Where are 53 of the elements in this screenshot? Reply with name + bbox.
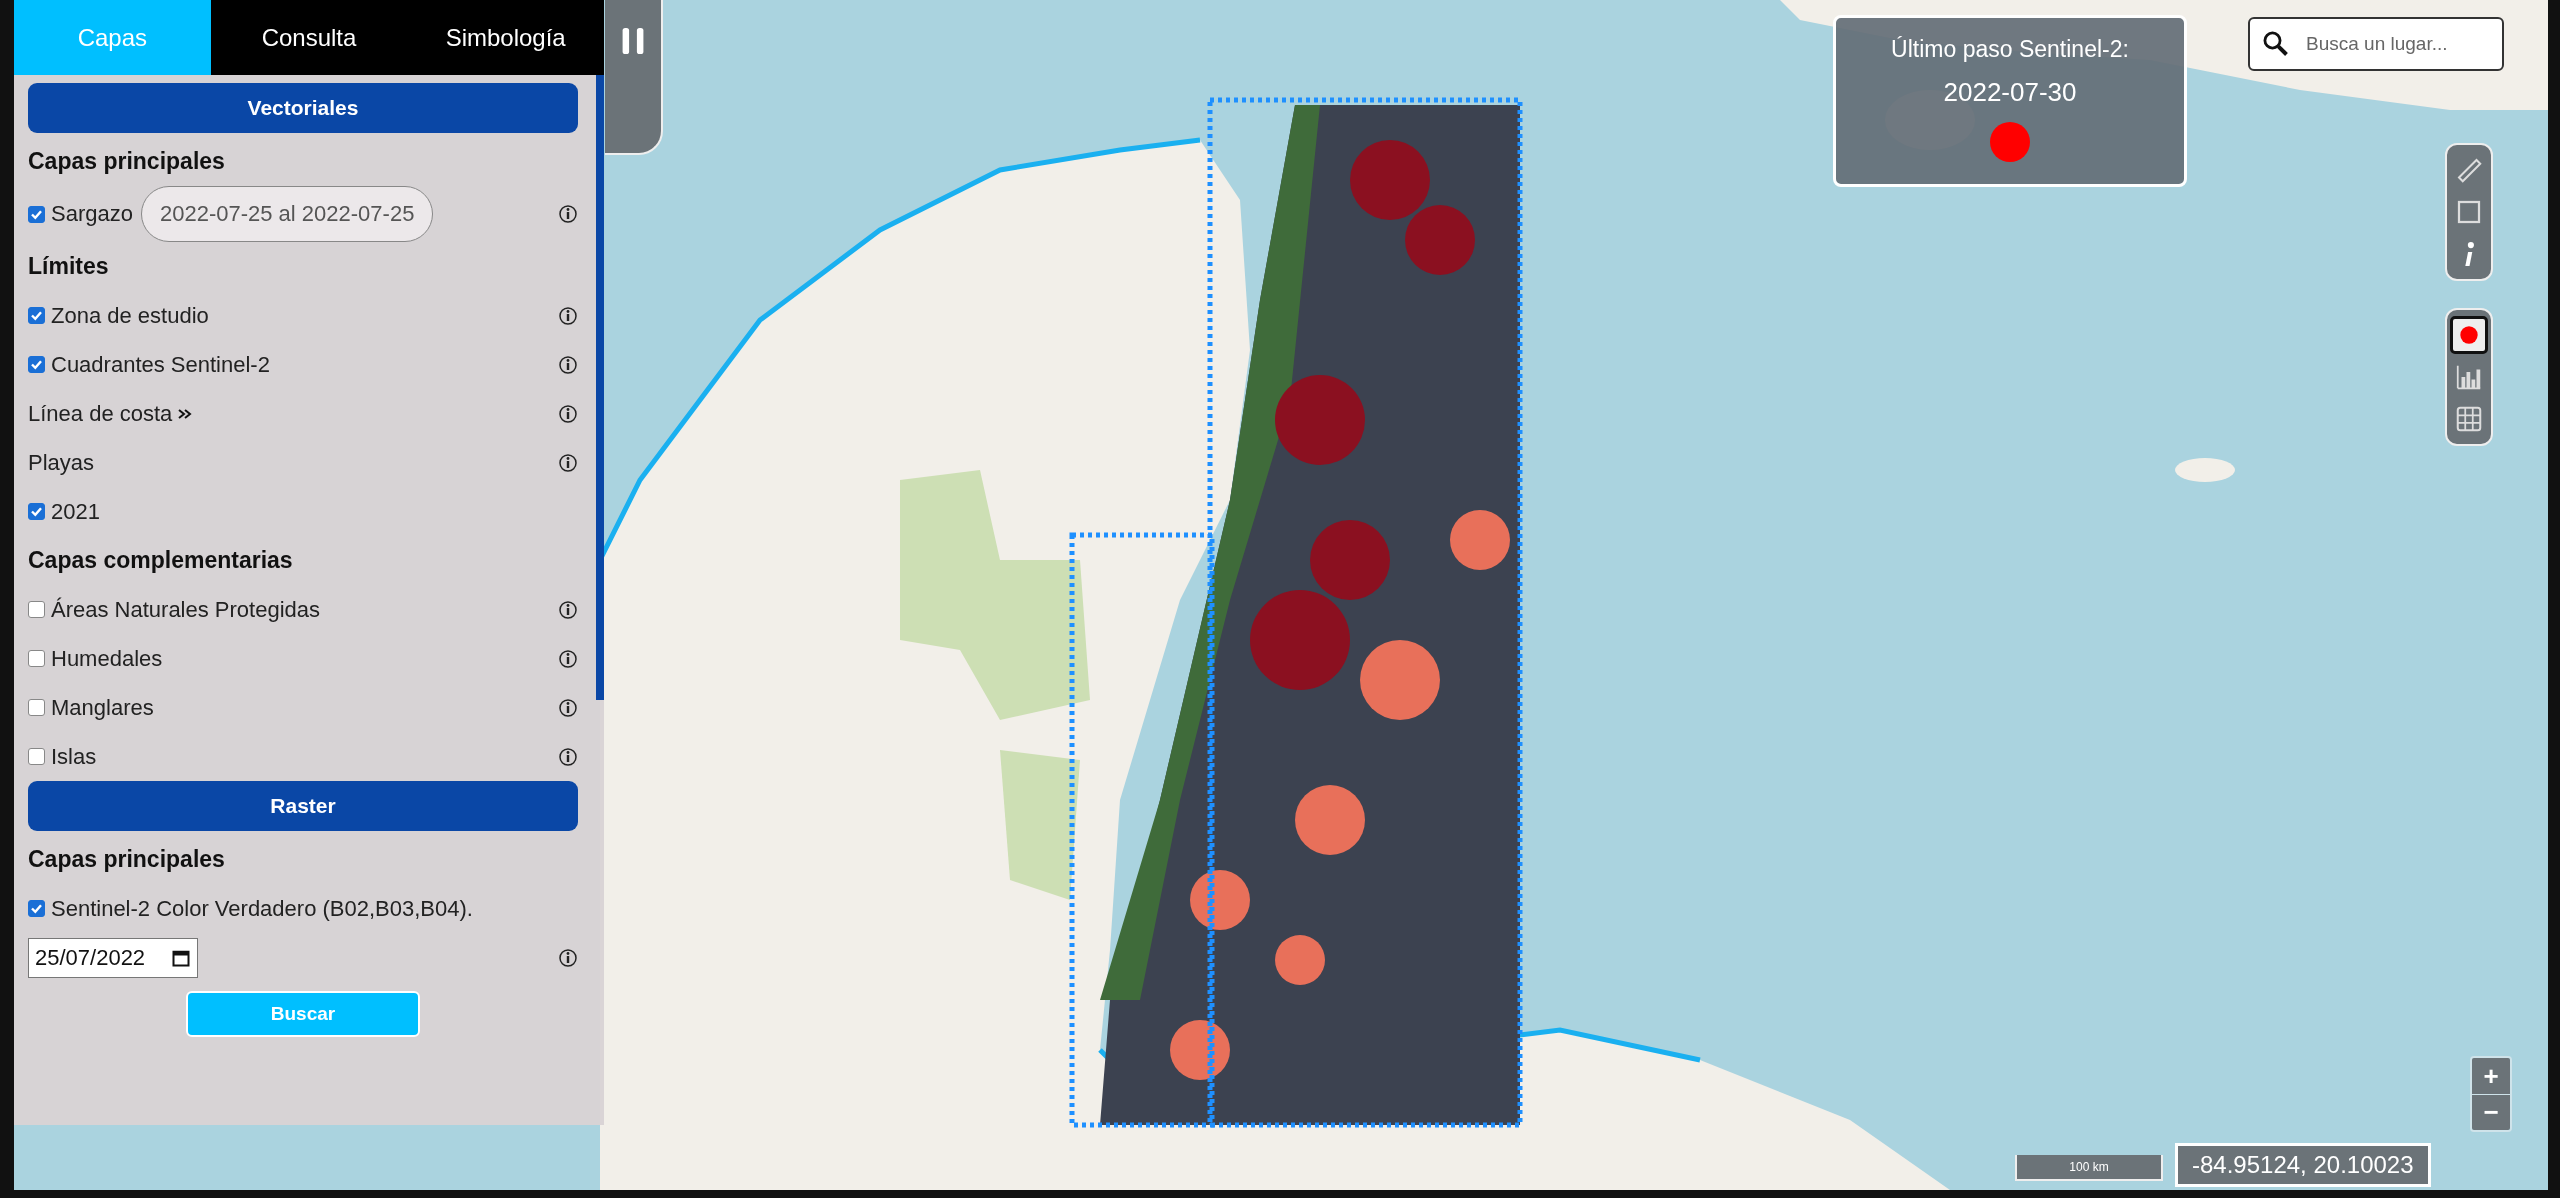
last-pass-title: Último paso Sentinel-2: bbox=[1891, 36, 2129, 63]
layer-label: Zona de estudio bbox=[51, 302, 209, 329]
section-button[interactable]: Raster bbox=[28, 781, 578, 831]
info-icon[interactable] bbox=[558, 204, 578, 224]
search-icon bbox=[2262, 30, 2290, 58]
info-icon[interactable] bbox=[558, 599, 578, 620]
group-heading: Capas principales bbox=[28, 845, 226, 874]
last-pass-date: 2022-07-30 bbox=[1943, 77, 2077, 108]
info-icon[interactable] bbox=[558, 648, 578, 669]
zoom-in-button[interactable]: + bbox=[2472, 1058, 2510, 1094]
info-icon[interactable] bbox=[558, 947, 578, 968]
layer-label: Manglares bbox=[51, 694, 154, 721]
info-icon[interactable] bbox=[558, 697, 578, 718]
scrollbar[interactable] bbox=[596, 75, 604, 700]
info-icon[interactable] bbox=[558, 403, 578, 424]
checkbox[interactable] bbox=[28, 900, 45, 917]
layer-label: Humedales bbox=[51, 645, 163, 672]
zoom-out-button[interactable]: − bbox=[2472, 1094, 2510, 1130]
info-icon[interactable] bbox=[558, 354, 578, 375]
info-icon bbox=[2464, 242, 2474, 266]
group-heading: Límites bbox=[28, 252, 110, 281]
checkbox[interactable] bbox=[28, 356, 45, 373]
layer-label: Cuadrantes Sentinel-2 bbox=[51, 351, 270, 378]
status-dot bbox=[1990, 122, 2030, 162]
coordinates-display: -84.95124, 20.10023 bbox=[2175, 1143, 2431, 1187]
checkbox[interactable] bbox=[28, 650, 45, 667]
checkbox[interactable] bbox=[28, 601, 45, 618]
layer-label: Playas bbox=[28, 449, 95, 476]
layer-label: Línea de costa bbox=[28, 400, 173, 427]
grid-icon bbox=[2454, 404, 2484, 434]
info-icon[interactable] bbox=[558, 452, 578, 473]
checkbox[interactable] bbox=[28, 307, 45, 324]
dot-button[interactable] bbox=[2450, 316, 2488, 354]
collapse-button[interactable] bbox=[605, 0, 663, 155]
layer-label: Sargazo bbox=[51, 201, 133, 227]
info-icon[interactable] bbox=[558, 746, 578, 767]
checkbox[interactable] bbox=[28, 748, 45, 765]
date-field[interactable]: 25/07/2022 bbox=[28, 937, 199, 978]
search-field[interactable]: Busca un lugar... bbox=[2248, 17, 2504, 71]
group-heading: Capas principales bbox=[28, 147, 226, 176]
group-heading: Capas complementarias bbox=[28, 546, 294, 575]
checkbox[interactable] bbox=[28, 503, 45, 520]
scale-bar: 100 km bbox=[2015, 1155, 2163, 1181]
layer-label: Islas bbox=[51, 743, 97, 770]
layer-label: Áreas Naturales Protegidas bbox=[51, 596, 321, 623]
layer-label: 2021 bbox=[51, 498, 100, 525]
date-range-field[interactable]: 2022-07-25 al 2022-07-25 bbox=[140, 186, 434, 242]
checkbox[interactable] bbox=[28, 699, 45, 716]
layer-label: Sentinel-2 Color Verdadero (B02,B03,B04). bbox=[51, 895, 473, 922]
checkbox[interactable] bbox=[28, 205, 45, 223]
section-button[interactable]: Vectoriales bbox=[28, 83, 578, 133]
info-icon[interactable] bbox=[558, 305, 578, 326]
double-chevron-icon[interactable] bbox=[178, 408, 193, 419]
